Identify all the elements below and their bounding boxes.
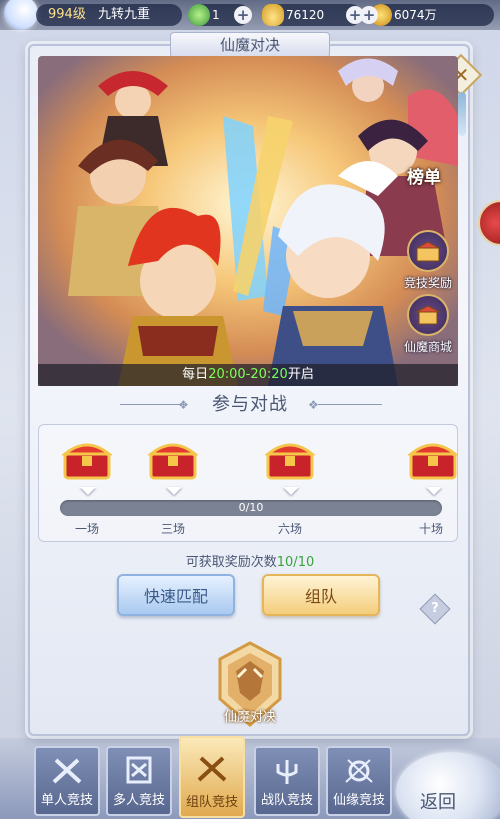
milestone-label: 一场 xyxy=(75,522,100,536)
quick-match-button[interactable]: 快速匹配 xyxy=(117,574,235,616)
gold-ingot-icon xyxy=(262,4,284,26)
spirit-icon xyxy=(188,4,210,26)
trident-icon xyxy=(276,760,298,784)
tab-solo-arena[interactable]: 单人竞技 xyxy=(34,746,100,816)
ingot-resource[interactable]: 76120 + xyxy=(262,4,364,26)
help-icon: ? xyxy=(431,601,439,616)
section-title: 参与对战 xyxy=(212,394,288,415)
coin-value: 6074万 xyxy=(394,8,437,22)
schedule-prefix: 每日 xyxy=(182,367,209,382)
schedule-suffix: 开启 xyxy=(287,367,314,382)
chest-marker-icon xyxy=(80,487,96,495)
chest-icon[interactable] xyxy=(62,436,112,482)
banner-icon xyxy=(126,756,152,784)
swords-shield-icon xyxy=(345,759,373,783)
header-ornament-right: ❖ xyxy=(308,398,319,412)
coin-resource[interactable]: 6074万 xyxy=(370,4,494,26)
chest-marker-icon xyxy=(283,487,299,495)
tab-label: 单人竞技 xyxy=(40,793,93,808)
stamina-value: 1 xyxy=(212,8,220,22)
ingot-value: 76120 xyxy=(286,8,325,22)
tab-label: 战队竞技 xyxy=(260,793,313,808)
chest-icon[interactable] xyxy=(265,436,315,482)
claims-value: 10/10 xyxy=(276,555,315,570)
player-realm: 九转九重 xyxy=(97,7,150,22)
pendant-ornament xyxy=(458,92,466,136)
top-status-bar: 994级 九转九重 1 + 76120 + 6074万 + xyxy=(0,0,500,30)
schedule-time: 20:00-20:20 xyxy=(208,367,288,382)
duel-shop-button[interactable]: 仙魔商城 xyxy=(398,294,458,355)
header-divider-right xyxy=(318,404,382,405)
chest-marker-icon xyxy=(166,487,182,495)
leaderboard-label: 榜单 xyxy=(407,168,441,188)
match-progress-bar: 0/10 xyxy=(60,500,442,516)
panel-title: 仙魔对决 xyxy=(170,32,330,58)
emblem-label: 仙魔对决 xyxy=(223,710,276,725)
crossed-swords-icon xyxy=(52,758,82,784)
reward-claims-info: 可获取奖励次数10/10 xyxy=(0,551,500,570)
chest-marker-icon xyxy=(426,487,442,495)
team-button[interactable]: 组队 xyxy=(262,574,380,616)
schedule-banner: 每日20:00-20:20开启 xyxy=(38,364,458,386)
event-artwork xyxy=(38,56,458,386)
progress-text: 0/10 xyxy=(238,501,264,514)
milestone-label: 六场 xyxy=(278,522,303,536)
chest-icon[interactable] xyxy=(148,436,198,482)
player-level: 994级 xyxy=(48,7,86,22)
artwork-illustration xyxy=(38,56,458,386)
back-label: 返回 xyxy=(420,792,456,813)
moon-icon xyxy=(4,0,38,30)
tab-label: 组队竞技 xyxy=(185,795,238,810)
reward-box-icon xyxy=(407,230,449,272)
crossed-swords-icon xyxy=(197,756,227,782)
tab-label: 仙缘竞技 xyxy=(332,793,385,808)
tab-multi-arena[interactable]: 多人竞技 xyxy=(106,746,172,816)
tab-squad-arena[interactable]: 战队竞技 xyxy=(254,746,320,816)
coin-add-button[interactable]: + xyxy=(360,6,378,24)
tab-label: 多人竞技 xyxy=(112,793,165,808)
tab-fate-arena[interactable]: 仙缘竞技 xyxy=(326,746,392,816)
side-drawer-toggle[interactable] xyxy=(478,200,500,246)
milestone-label: 三场 xyxy=(161,522,186,536)
level-pill[interactable]: 994级 九转九重 xyxy=(36,4,182,26)
milestone-label: 十场 xyxy=(419,522,444,536)
tab-team-arena[interactable]: 组队竞技 xyxy=(179,736,245,818)
shop-icon xyxy=(407,294,449,336)
arena-rewards-label: 竞技奖励 xyxy=(403,276,452,290)
arena-rewards-button[interactable]: 竞技奖励 xyxy=(398,230,458,291)
claims-label: 可获取奖励次数 xyxy=(185,555,277,570)
stamina-add-button[interactable]: + xyxy=(234,6,252,24)
stamina-resource[interactable]: 1 + xyxy=(188,4,252,26)
chest-icon[interactable] xyxy=(408,436,458,482)
leaderboard-button[interactable]: 榜单 xyxy=(404,166,444,218)
duel-shop-label: 仙魔商城 xyxy=(403,340,452,354)
